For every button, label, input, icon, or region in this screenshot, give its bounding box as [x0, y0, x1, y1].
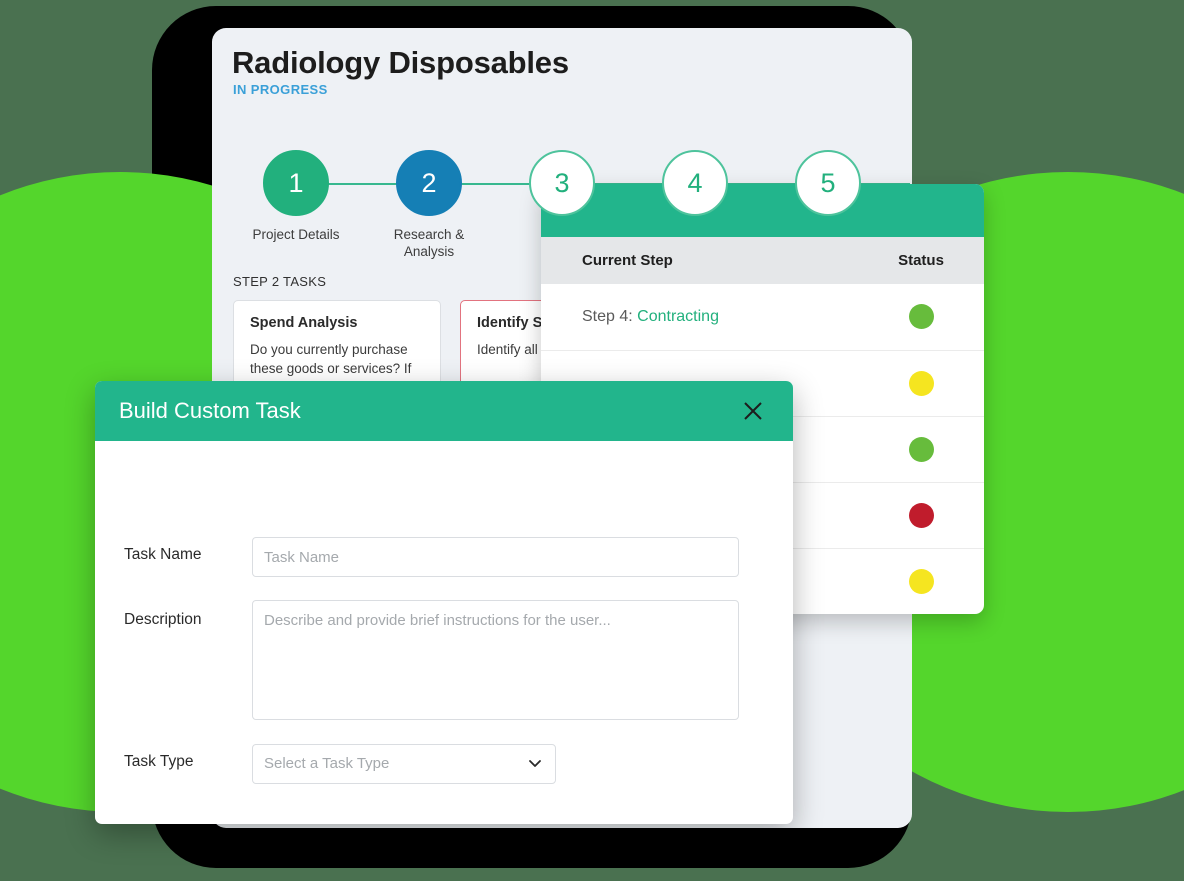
table-row[interactable]: Step 4: Contracting	[541, 284, 984, 351]
status-dot	[908, 370, 934, 396]
stepper-caption-2: Research & Analysis	[393, 227, 465, 259]
chevron-down-icon	[528, 756, 542, 770]
task-type-select[interactable]: Select a Task Type	[252, 744, 556, 784]
status-dot	[908, 502, 934, 528]
stepper-caption-1: Project Details	[252, 227, 340, 242]
task-card-title: Spend Analysis	[250, 315, 358, 331]
status-panel-header-bar	[541, 184, 984, 237]
task-card-body: Do you currently purchase these goods or…	[250, 342, 412, 376]
stepper-circle-1: 1	[263, 150, 329, 216]
stepper-step-1[interactable]: 1 Project Details	[230, 140, 362, 243]
modal-title: Build Custom Task	[119, 398, 301, 423]
column-header-current-step: Current Step	[541, 237, 858, 284]
task-type-label: Task Type	[124, 753, 194, 770]
status-badge: IN PROGRESS	[233, 82, 328, 97]
column-header-status: Status	[858, 237, 984, 284]
cell-status	[858, 482, 984, 549]
modal-body: Task Name Description Task Type Select a…	[95, 441, 793, 824]
stepper-circle-4: 4	[662, 150, 728, 216]
task-name-label: Task Name	[124, 546, 202, 563]
stepper-step-2[interactable]: 2 Research & Analysis	[363, 140, 495, 260]
description-label: Description	[124, 611, 202, 628]
status-dot	[908, 304, 934, 330]
step-link[interactable]: Contracting	[637, 308, 719, 325]
stepper-circle-3: 3	[529, 150, 595, 216]
task-type-selected-value: Select a Task Type	[264, 755, 390, 772]
cell-current-step: Step 4: Contracting	[541, 284, 858, 351]
status-dot	[908, 436, 934, 462]
stepper-circle-2: 2	[396, 150, 462, 216]
task-name-input[interactable]	[252, 537, 739, 577]
page-title: Radiology Disposables	[232, 45, 569, 80]
step-prefix: Step 4:	[582, 307, 638, 325]
build-custom-task-modal: Build Custom Task Task Name Description …	[95, 381, 793, 824]
status-dot	[908, 568, 934, 594]
description-textarea[interactable]	[252, 600, 739, 720]
screenshot-stage: Radiology Disposables IN PROGRESS 1 Proj…	[0, 0, 1184, 881]
cell-status	[858, 350, 984, 417]
tasks-section-label: STEP 2 TASKS	[233, 274, 327, 289]
modal-header: Build Custom Task	[95, 381, 793, 441]
cell-status	[858, 284, 984, 351]
cell-status	[858, 548, 984, 614]
close-icon[interactable]	[737, 395, 769, 427]
stepper-circle-5: 5	[795, 150, 861, 216]
table-header-row: Current Step Status	[541, 237, 984, 284]
cell-status	[858, 416, 984, 483]
